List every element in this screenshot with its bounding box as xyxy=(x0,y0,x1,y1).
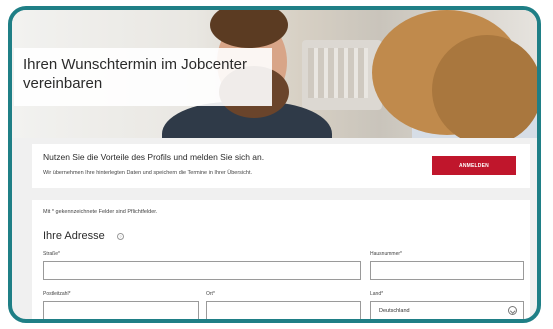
login-panel: Nutzen Sie die Vorteile des Profils und … xyxy=(32,144,530,188)
woman-photo-hair-back xyxy=(432,35,537,138)
address-form: Mit * gekennzeichnete Felder sind Pflich… xyxy=(32,200,530,319)
login-button[interactable]: ANMELDEN xyxy=(432,156,516,175)
postal-code-label: Postleitzahl* xyxy=(43,291,71,297)
page-title: Ihren Wunschtermin im Jobcenter vereinba… xyxy=(23,56,247,92)
info-icon[interactable]: ? xyxy=(117,233,124,240)
postal-code-input[interactable] xyxy=(43,301,199,319)
hero-banner: Ihren Wunschtermin im Jobcenter vereinba… xyxy=(12,10,537,138)
country-select[interactable]: Deutschland xyxy=(370,301,524,319)
street-input[interactable] xyxy=(43,261,361,280)
section-title: Ihre Adresse xyxy=(43,230,105,242)
city-input[interactable] xyxy=(206,301,361,319)
street-label: Straße* xyxy=(43,251,60,257)
login-headline: Nutzen Sie die Vorteile des Profils und … xyxy=(43,152,265,162)
screenshot-frame: Ihren Wunschtermin im Jobcenter vereinba… xyxy=(8,6,541,323)
required-note: Mit * gekennzeichnete Felder sind Pflich… xyxy=(43,209,158,215)
login-subtext: Wir übernehmen Ihre hinterlegten Daten u… xyxy=(43,170,253,176)
country-selected-value: Deutschland xyxy=(379,308,410,314)
city-label: Ort* xyxy=(206,291,215,297)
house-number-input[interactable] xyxy=(370,261,524,280)
hero-title-box: Ihren Wunschtermin im Jobcenter vereinba… xyxy=(14,48,272,106)
country-label: Land* xyxy=(370,291,384,297)
house-number-label: Hausnummer* xyxy=(370,251,402,257)
background-shelf xyxy=(302,40,382,110)
chevron-down-icon xyxy=(508,306,517,315)
